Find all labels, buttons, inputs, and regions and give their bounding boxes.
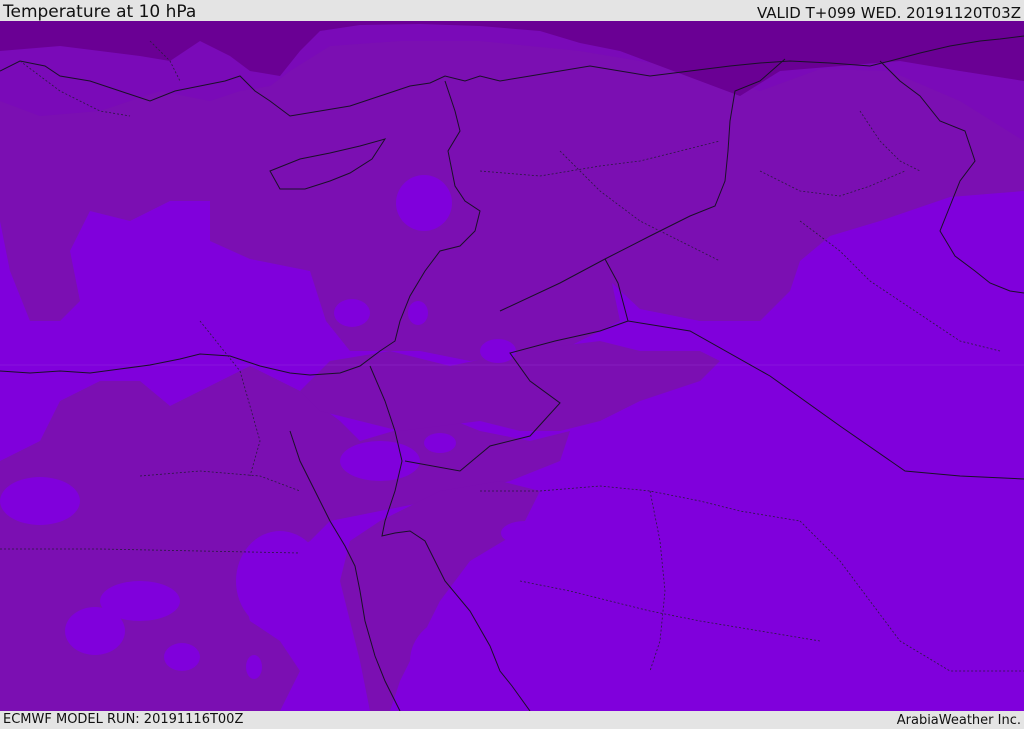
warm-pocket-13 — [410, 616, 510, 706]
warm-pocket-10 — [65, 607, 125, 655]
warm-pocket-6 — [501, 521, 549, 545]
warm-pocket-2 — [334, 299, 370, 327]
temperature-map — [0, 21, 1024, 711]
footer-bar: ECMWF MODEL RUN: 20191116T00Z ArabiaWeat… — [0, 711, 1024, 729]
warm-pocket-8 — [0, 477, 80, 525]
map-title: Temperature at 10 hPa — [3, 2, 197, 22]
warm-pocket-12 — [246, 655, 262, 679]
map-viewer: Temperature at 10 hPa VALID T+099 WED. 2… — [0, 0, 1024, 729]
warm-pocket-11 — [164, 643, 200, 671]
warm-pocket-7 — [576, 502, 596, 514]
warm-pocket-15 — [340, 441, 420, 481]
warm-pocket-1 — [396, 175, 452, 231]
header-bar: Temperature at 10 hPa VALID T+099 WED. 2… — [0, 0, 1024, 21]
warm-pocket-4 — [480, 339, 516, 363]
credit-label: ArabiaWeather Inc. — [896, 713, 1021, 728]
warm-pocket-14 — [236, 531, 324, 631]
model-run-label: ECMWF MODEL RUN: 20191116T00Z — [3, 712, 244, 727]
valid-time: VALID T+099 WED. 20191120T03Z — [756, 4, 1021, 22]
warm-pocket-5 — [424, 433, 456, 453]
warm-pocket-3 — [408, 301, 428, 325]
